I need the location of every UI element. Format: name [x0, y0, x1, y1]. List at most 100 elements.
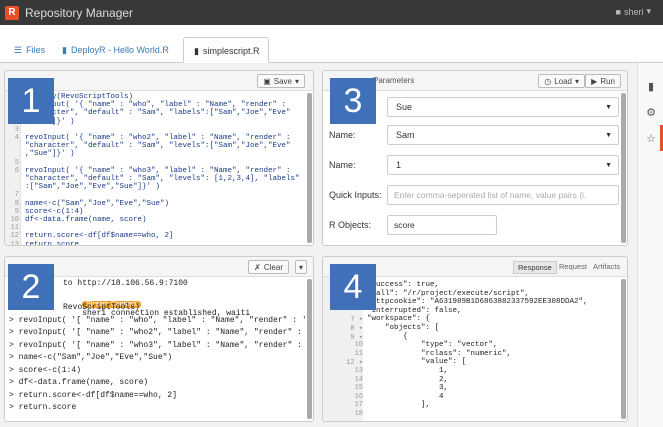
json-line: 3, — [367, 384, 449, 393]
json-line: "success": true, — [367, 281, 440, 289]
line-number: 11 — [354, 349, 363, 358]
console-line: > return.score<-df[df$name==who, 2] — [9, 390, 178, 400]
response-scrollbar[interactable] — [621, 279, 626, 419]
param-row-who2: Name: Sam ▼ — [329, 125, 619, 145]
console-connect-line: to http://18.106.56.9:7100 — [63, 279, 188, 288]
quick-inputs-row: Quick Inputs: Enter comma-seperated list… — [329, 185, 619, 205]
line-number: 15 — [354, 384, 363, 393]
tab-simplescript[interactable]: ▮ simplescript.R — [183, 37, 269, 63]
json-line: "httpcookie": "A631989B1D6863882337592EE… — [367, 298, 588, 307]
user-name: sheri — [623, 6, 644, 17]
callout-4: 4 — [330, 264, 376, 310]
json-line: "type": "vector", — [367, 341, 498, 350]
console-line: > return.score — [9, 403, 77, 412]
line-number: 5 — [14, 158, 19, 167]
console-scrollbar[interactable] — [307, 279, 312, 419]
save-button[interactable]: ▣ Save ▾ — [257, 74, 305, 88]
parameters-scrollbar[interactable] — [621, 93, 626, 243]
who3-select[interactable]: 1 ▼ — [387, 155, 619, 175]
code-line: revoInput( '{ "name" : "who2", "label" :… — [25, 134, 291, 142]
caret-down-icon: ▼ — [605, 103, 612, 111]
app-title: Repository Manager — [25, 5, 134, 20]
line-number: 12 — [10, 232, 19, 241]
file-menu-icon[interactable]: ▮ — [644, 79, 658, 93]
line-number: 13 — [10, 240, 19, 246]
tab-files[interactable]: ☰ Files — [4, 37, 55, 63]
console-line: > df<-data.frame(name, score) — [9, 378, 149, 387]
code-line: revoInput( '{ "name" : "who", "label" : … — [25, 101, 287, 110]
quick-inputs-label: Quick Inputs: — [329, 190, 382, 200]
json-line: "interrupted": false, — [367, 306, 462, 315]
line-number: 6 — [14, 166, 19, 175]
file-icon: ▮ — [194, 46, 199, 56]
gear-icon[interactable]: ⚙ — [644, 105, 658, 119]
code-line: return.score<-df[df$name==who, 2] — [25, 232, 174, 241]
line-number: 16 — [354, 392, 363, 401]
code-line: "character", "default" : "Sam", "levels"… — [25, 175, 300, 183]
tab-request[interactable]: Request — [555, 261, 591, 274]
tab-response[interactable]: Response — [513, 261, 557, 274]
load-button[interactable]: ◷ Load ▾ — [538, 74, 585, 88]
chevron-down-icon: ▾ — [574, 76, 579, 86]
parameters-title: Parameters — [373, 76, 415, 85]
line-number: 8 — [14, 199, 19, 208]
line-number: 7 — [14, 191, 19, 200]
app-logo-icon: R — [5, 5, 19, 20]
callout-1: 1 — [8, 78, 54, 124]
line-number: 14 — [354, 375, 363, 384]
clear-button[interactable]: ✗ Clear — [248, 260, 289, 274]
run-button[interactable]: ▶ Run — [585, 74, 621, 88]
r-objects-label: R Objects: — [329, 220, 372, 230]
who-select[interactable]: Sue ▼ — [387, 97, 619, 117]
json-line: { — [367, 332, 408, 341]
console-options-button[interactable]: ▾ — [294, 260, 307, 274]
json-line: 2, — [367, 375, 449, 384]
star-icon[interactable]: ☆ — [644, 131, 658, 145]
param-row-who3: Name: 1 ▼ — [329, 155, 619, 175]
line-number: 10 — [354, 341, 363, 350]
r-objects-field[interactable]: score — [387, 215, 497, 235]
tab-artifacts[interactable]: Artifacts — [589, 261, 624, 274]
line-number: 4 — [14, 134, 19, 142]
list-icon: ☰ — [14, 45, 23, 55]
tab-deployr-hello-world[interactable]: ▮ DeployR - Hello World.R — [52, 37, 179, 63]
user-menu[interactable]: ■ sheri ▾ — [616, 6, 651, 17]
r-objects-row: R Objects: score — [329, 215, 619, 235]
code-line: :["Sam","Joe","Eve","Sue"]}' ) — [25, 183, 161, 192]
tab-label: Files — [26, 45, 46, 55]
right-sidebar: ▮ ⚙ ☆ — [637, 63, 663, 427]
tab-label: DeployR - Hello World.R — [70, 45, 169, 55]
param-label: Name: — [329, 160, 356, 170]
chevron-down-icon: ▾ — [298, 262, 303, 272]
param-label: Name: — [329, 130, 356, 140]
editor-scrollbar[interactable] — [307, 93, 312, 243]
save-icon: ▣ — [263, 76, 271, 86]
line-number: 3 — [14, 125, 19, 134]
who2-select[interactable]: Sam ▼ — [387, 125, 619, 145]
user-icon: ■ — [615, 6, 621, 17]
file-icon: ▮ — [62, 45, 67, 55]
console-line: RevoScriptTools) — [63, 303, 140, 312]
console-line: > revoInput( '[ "name" : "who", "label" … — [9, 315, 307, 325]
code-line: "character", "default" : "Sam", "labels"… — [25, 109, 291, 118]
line-number: 18 — [354, 410, 363, 418]
quick-inputs-field[interactable]: Enter comma-seperated list of name, valu… — [387, 185, 619, 205]
json-line: 4 — [367, 392, 444, 401]
console-line: > name<-c("Sam","Joe","Eve","Sue") — [9, 353, 173, 362]
code-line: score<-c(1:4) — [25, 207, 84, 216]
json-line: ], — [367, 401, 431, 410]
line-number: 11 — [10, 224, 19, 233]
clear-icon: ✗ — [254, 262, 261, 272]
callout-3: 3 — [330, 78, 376, 124]
json-line: "objects": [ — [367, 324, 440, 332]
code-line: revoInput( '{ "name" : "who3", "label" :… — [25, 166, 291, 175]
line-number: 10 — [10, 216, 19, 224]
line-number: 9 — [14, 207, 19, 216]
tab-bar: ☰ Files ▮ DeployR - Hello World.R ▮ simp… — [0, 25, 663, 63]
json-line: "rclass": "numeric", — [367, 349, 512, 358]
json-line: 1, — [367, 367, 449, 375]
json-line: "workspace": { — [367, 315, 431, 324]
chevron-down-icon: ▾ — [294, 76, 299, 86]
code-line: name<-c("Sam","Joe","Eve","Sue") — [25, 199, 170, 208]
top-bar: R Repository Manager ■ sheri ▾ — [0, 0, 663, 25]
